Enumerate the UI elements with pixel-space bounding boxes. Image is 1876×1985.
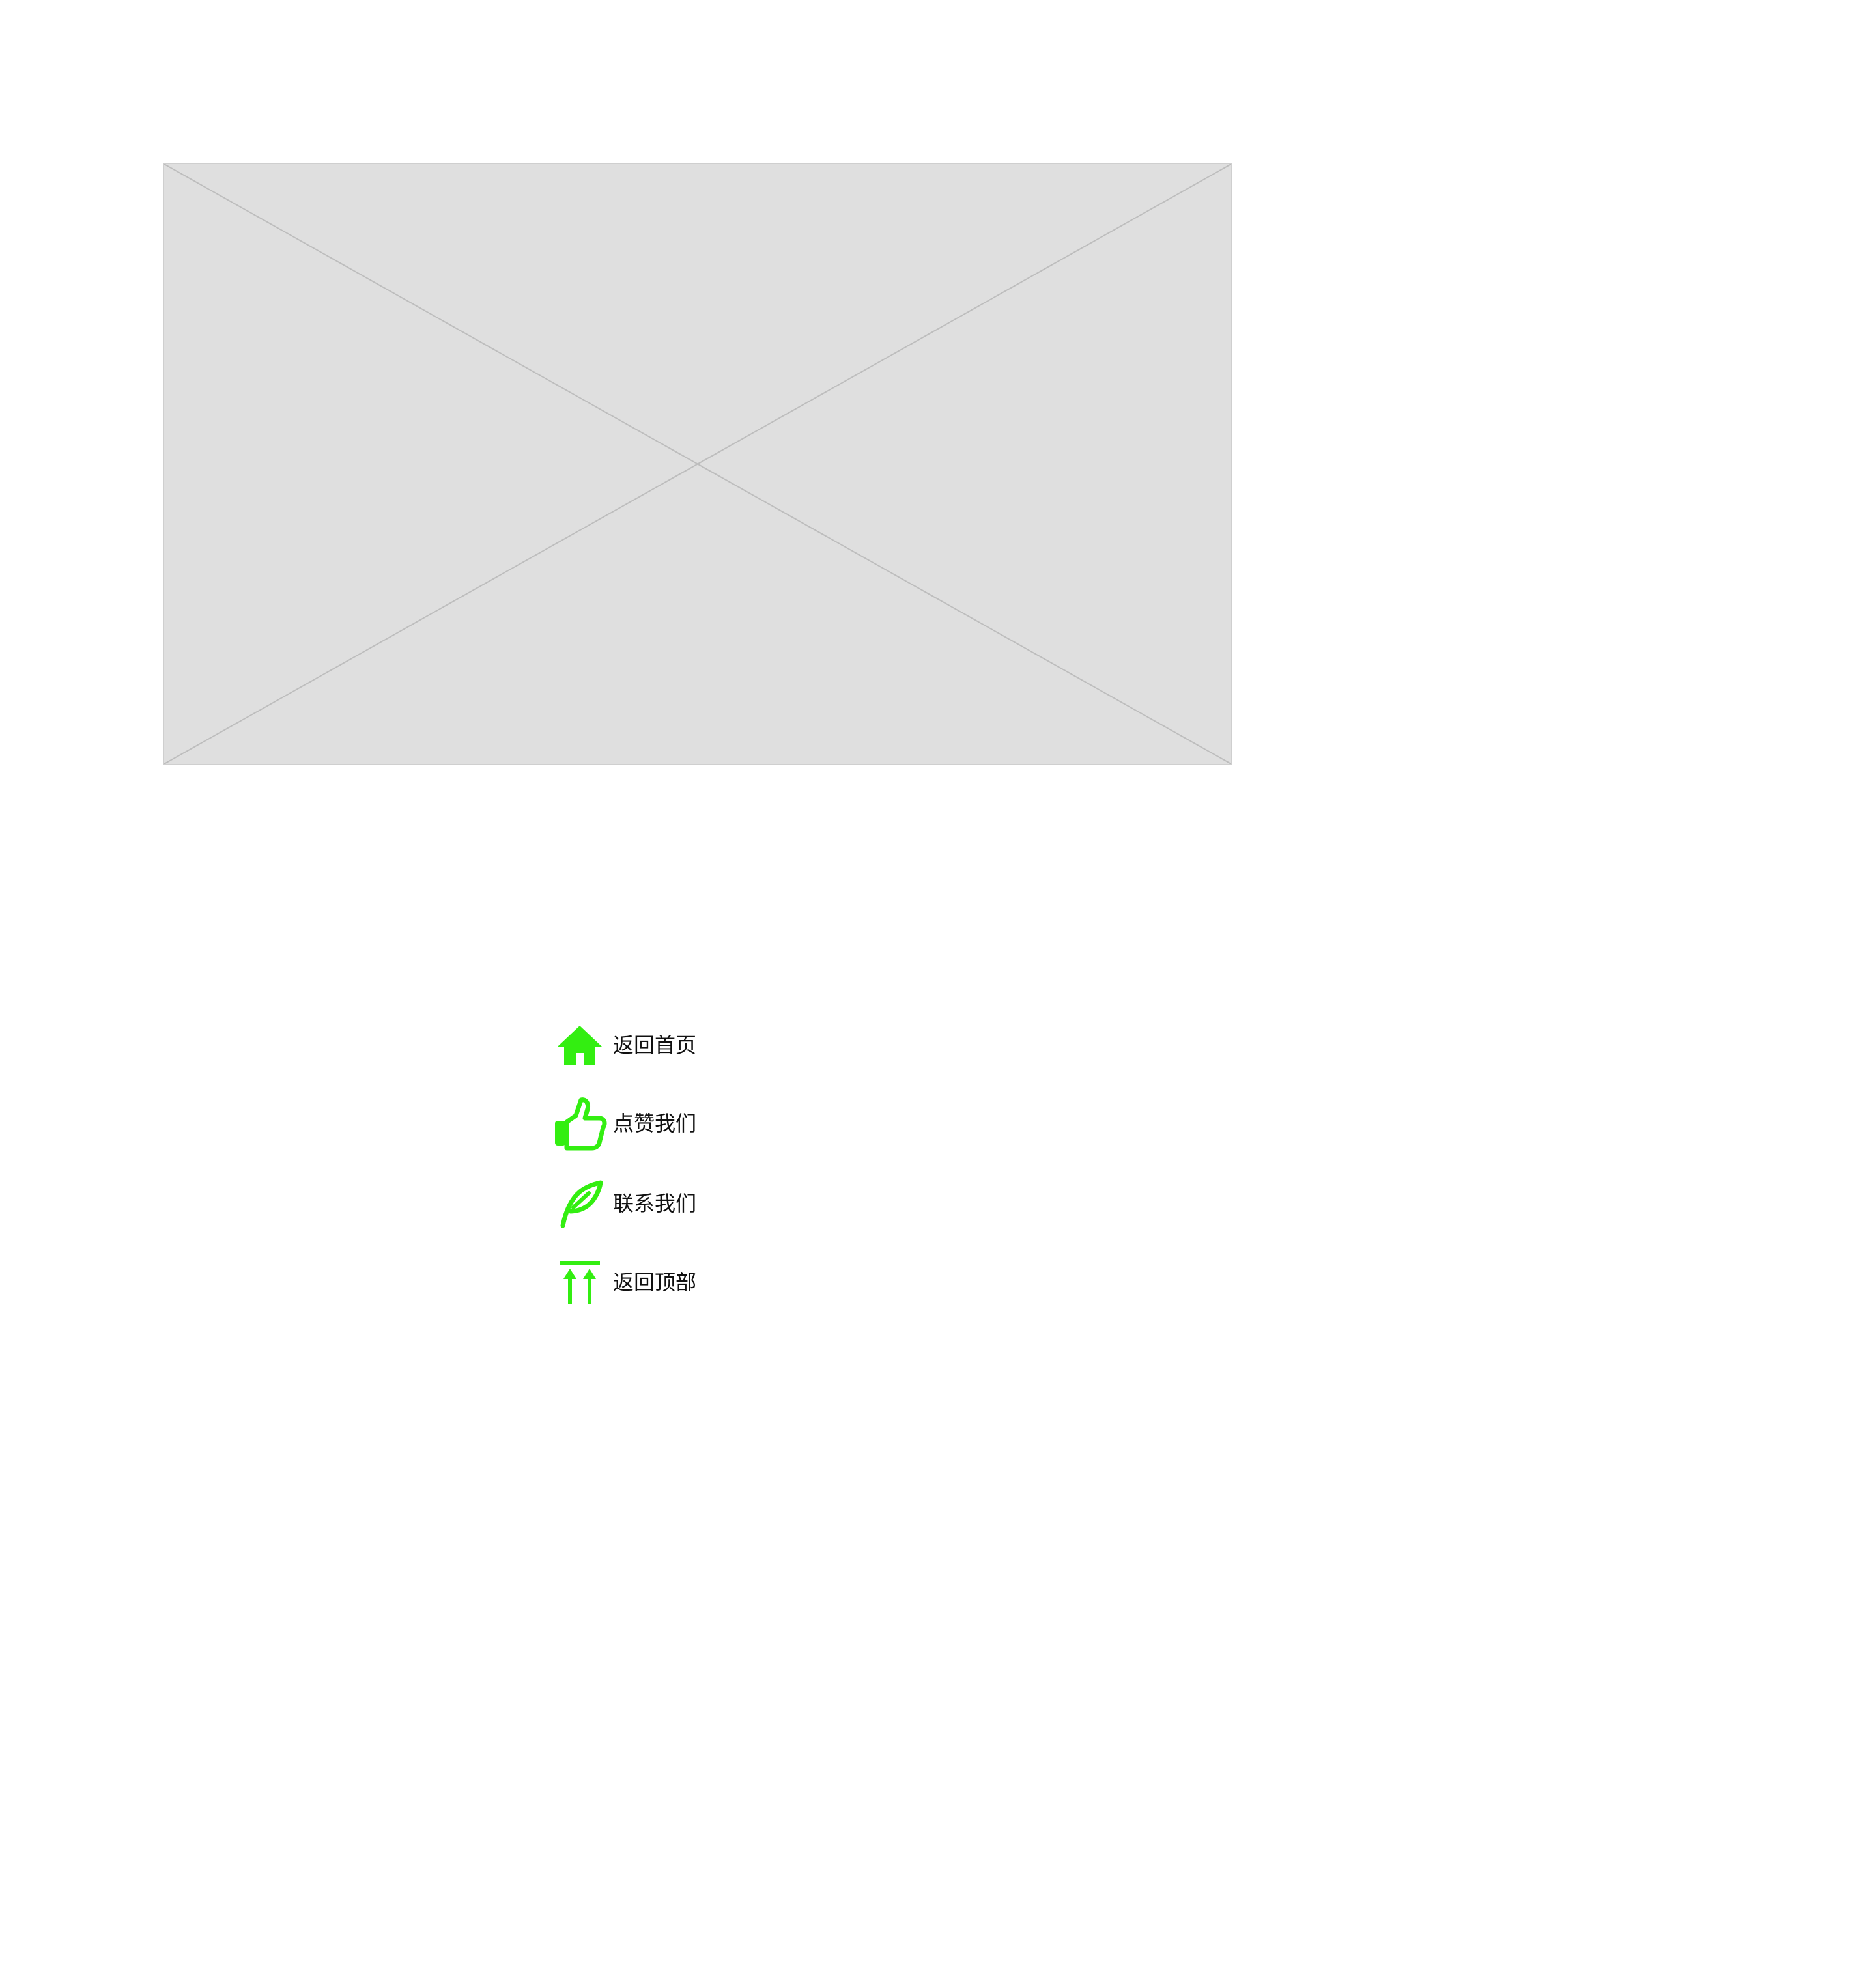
action-label-like: 点赞我们 <box>613 1111 697 1136</box>
back-to-top-icon <box>550 1253 609 1312</box>
action-label-home: 返回首页 <box>613 1033 697 1058</box>
placeholder-image <box>163 163 1232 765</box>
action-item-back-to-top[interactable]: 返回顶部 <box>550 1253 889 1312</box>
action-item-home[interactable]: 返回首页 <box>550 1016 889 1075</box>
feather-icon <box>550 1174 609 1233</box>
action-label-back-to-top: 返回顶部 <box>613 1270 697 1295</box>
action-label-contact: 联系我们 <box>613 1191 697 1216</box>
thumbs-up-icon <box>550 1094 609 1153</box>
action-list: 返回首页 点赞我们 联系我们 返回顶部 <box>550 1016 889 1304</box>
placeholder-cross <box>164 164 1231 764</box>
action-item-like[interactable]: 点赞我们 <box>550 1094 889 1153</box>
action-item-contact[interactable]: 联系我们 <box>550 1174 889 1233</box>
home-icon <box>550 1016 609 1075</box>
